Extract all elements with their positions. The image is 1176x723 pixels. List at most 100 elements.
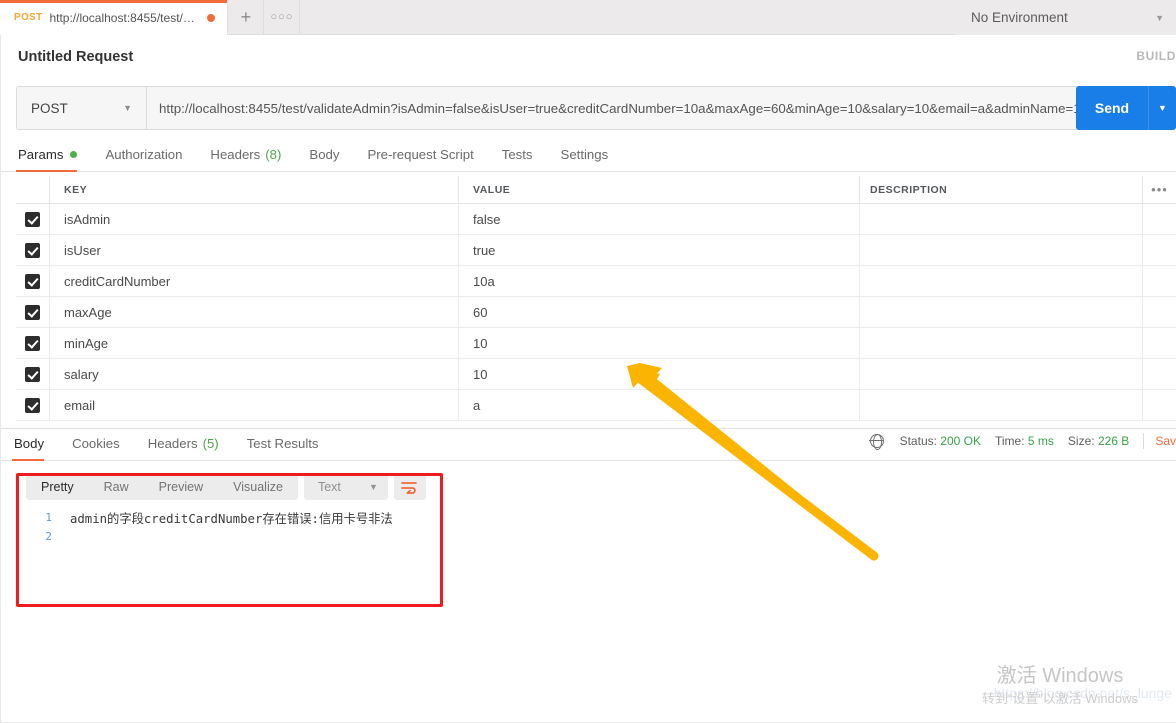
header-key: KEY xyxy=(50,176,459,203)
header-value: VALUE xyxy=(459,176,860,203)
divider xyxy=(1143,433,1145,449)
tab-authorization[interactable]: Authorization xyxy=(91,147,196,171)
row-key[interactable]: isAdmin xyxy=(50,204,459,234)
row-checkbox[interactable] xyxy=(16,390,50,420)
tab-tests-label: Tests xyxy=(501,147,533,162)
row-description[interactable] xyxy=(860,204,1143,234)
environment-label: No Environment xyxy=(971,10,1068,25)
http-method-select[interactable]: POST ▼ xyxy=(16,86,146,130)
row-key[interactable]: isUser xyxy=(50,235,459,265)
more-tabs-button[interactable]: ○○○ xyxy=(264,0,301,34)
row-key[interactable]: maxAge xyxy=(50,297,459,327)
size-badge: Size: 226 B xyxy=(1068,434,1129,448)
row-value[interactable]: true xyxy=(459,235,860,265)
size-label: Size: xyxy=(1067,434,1095,448)
row-checkbox[interactable] xyxy=(16,297,50,327)
row-key[interactable]: minAge xyxy=(50,328,459,358)
row-value[interactable]: a xyxy=(459,390,860,420)
tab-settings[interactable]: Settings xyxy=(547,147,623,171)
row-checkbox[interactable] xyxy=(16,328,50,358)
tab-body[interactable]: Body xyxy=(295,147,353,171)
row-description[interactable] xyxy=(860,390,1143,420)
request-tab[interactable]: POST http://localhost:8455/test/vali... xyxy=(0,0,229,35)
response-body-toolbar: Pretty Raw Preview Visualize Text ▼ xyxy=(26,474,426,500)
chevron-down-icon: ▼ xyxy=(123,103,132,113)
header-checkbox-cell xyxy=(16,176,50,203)
row-checkbox[interactable] xyxy=(16,266,50,296)
chevron-down-icon: ▼ xyxy=(1158,103,1167,113)
watermark-line-2: 转到“设置”以激活 Windows xyxy=(981,691,1138,706)
send-button-group: Send ▼ xyxy=(1076,86,1176,130)
request-tabs: Params Authorization Headers (8) Body Pr… xyxy=(0,138,1176,172)
chevron-down-icon: ▼ xyxy=(1155,12,1164,23)
row-description[interactable] xyxy=(860,328,1143,358)
time-label: Time: xyxy=(995,434,1025,448)
row-value[interactable]: 10 xyxy=(459,359,860,389)
table-options-button[interactable]: ••• xyxy=(1143,176,1176,203)
response-tab-headers[interactable]: Headers (5) xyxy=(134,436,233,460)
row-key[interactable]: salary xyxy=(50,359,459,389)
url-input-value: http://localhost:8455/test/validateAdmin… xyxy=(159,100,1118,116)
tab-headers-label: Headers xyxy=(210,147,261,162)
tab-pre-request-script[interactable]: Pre-request Script xyxy=(353,147,487,171)
response-type-select[interactable]: Text ▼ xyxy=(303,474,388,500)
send-options-button[interactable]: ▼ xyxy=(1148,86,1176,130)
word-wrap-button[interactable] xyxy=(393,474,426,500)
table-row: creditCardNumber 10a xyxy=(16,266,1176,297)
row-value[interactable]: false xyxy=(459,204,860,234)
response-tab-cookies[interactable]: Cookies xyxy=(58,436,134,460)
table-row: isAdmin false xyxy=(16,204,1176,235)
format-toggle-group: Pretty Raw Preview Visualize xyxy=(26,474,298,500)
format-preview[interactable]: Preview xyxy=(144,474,218,500)
response-body-code[interactable]: 1 admin的字段creditCardNumber存在错误:信用卡号非法 2 xyxy=(26,508,426,546)
status-label: Status: xyxy=(899,434,937,448)
environment-selector[interactable]: No Environment ▼ xyxy=(955,0,1176,35)
response-tab-body[interactable]: Body xyxy=(12,436,58,461)
row-checkbox[interactable] xyxy=(16,359,50,389)
time-value: 5 ms xyxy=(1027,434,1054,448)
size-value: 226 B xyxy=(1097,434,1130,448)
response-tab-body-label: Body xyxy=(14,436,45,451)
word-wrap-icon xyxy=(401,482,417,494)
params-active-dot-icon xyxy=(70,151,78,158)
http-method-value: POST xyxy=(31,100,68,116)
row-value[interactable]: 60 xyxy=(459,297,860,327)
row-value[interactable]: 10a xyxy=(459,266,860,296)
tab-pre-request-script-label: Pre-request Script xyxy=(367,147,474,162)
row-key[interactable]: creditCardNumber xyxy=(50,266,459,296)
code-line: 2 xyxy=(26,527,426,546)
format-visualize[interactable]: Visualize xyxy=(218,474,298,500)
url-input[interactable]: http://localhost:8455/test/validateAdmin… xyxy=(146,86,1160,130)
row-description[interactable] xyxy=(860,266,1143,296)
tab-headers[interactable]: Headers (8) xyxy=(196,147,295,171)
row-value[interactable]: 10 xyxy=(459,328,860,358)
time-badge: Time: 5 ms xyxy=(995,434,1054,448)
format-raw[interactable]: Raw xyxy=(89,474,144,500)
unsaved-dot-icon xyxy=(207,13,216,22)
tab-tests[interactable]: Tests xyxy=(488,147,547,171)
format-pretty[interactable]: Pretty xyxy=(26,474,89,500)
checkbox-checked-icon xyxy=(25,366,40,382)
save-response-button[interactable]: Sav xyxy=(1155,434,1176,448)
row-checkbox[interactable] xyxy=(16,204,50,234)
tab-params[interactable]: Params xyxy=(16,147,91,172)
ellipsis-icon: ○○○ xyxy=(270,11,294,23)
row-key[interactable]: email xyxy=(50,390,459,420)
new-tab-button[interactable]: + xyxy=(228,0,265,34)
send-button[interactable]: Send xyxy=(1076,86,1148,130)
row-spacer xyxy=(1143,235,1176,265)
row-description[interactable] xyxy=(860,235,1143,265)
row-checkbox[interactable] xyxy=(16,235,50,265)
status-value: 200 OK xyxy=(940,434,981,448)
table-row: maxAge 60 xyxy=(16,297,1176,328)
tab-authorization-label: Authorization xyxy=(105,147,183,162)
row-description[interactable] xyxy=(860,359,1143,389)
build-label[interactable]: BUILD xyxy=(1136,49,1176,63)
response-tab-test-results[interactable]: Test Results xyxy=(233,436,333,460)
url-bar: POST ▼ http://localhost:8455/test/valida… xyxy=(16,86,1160,130)
page-title: Untitled Request xyxy=(18,49,134,65)
response-tab-test-results-label: Test Results xyxy=(246,436,319,451)
row-spacer xyxy=(1143,359,1176,389)
chevron-down-icon: ▼ xyxy=(369,482,378,492)
row-description[interactable] xyxy=(860,297,1143,327)
